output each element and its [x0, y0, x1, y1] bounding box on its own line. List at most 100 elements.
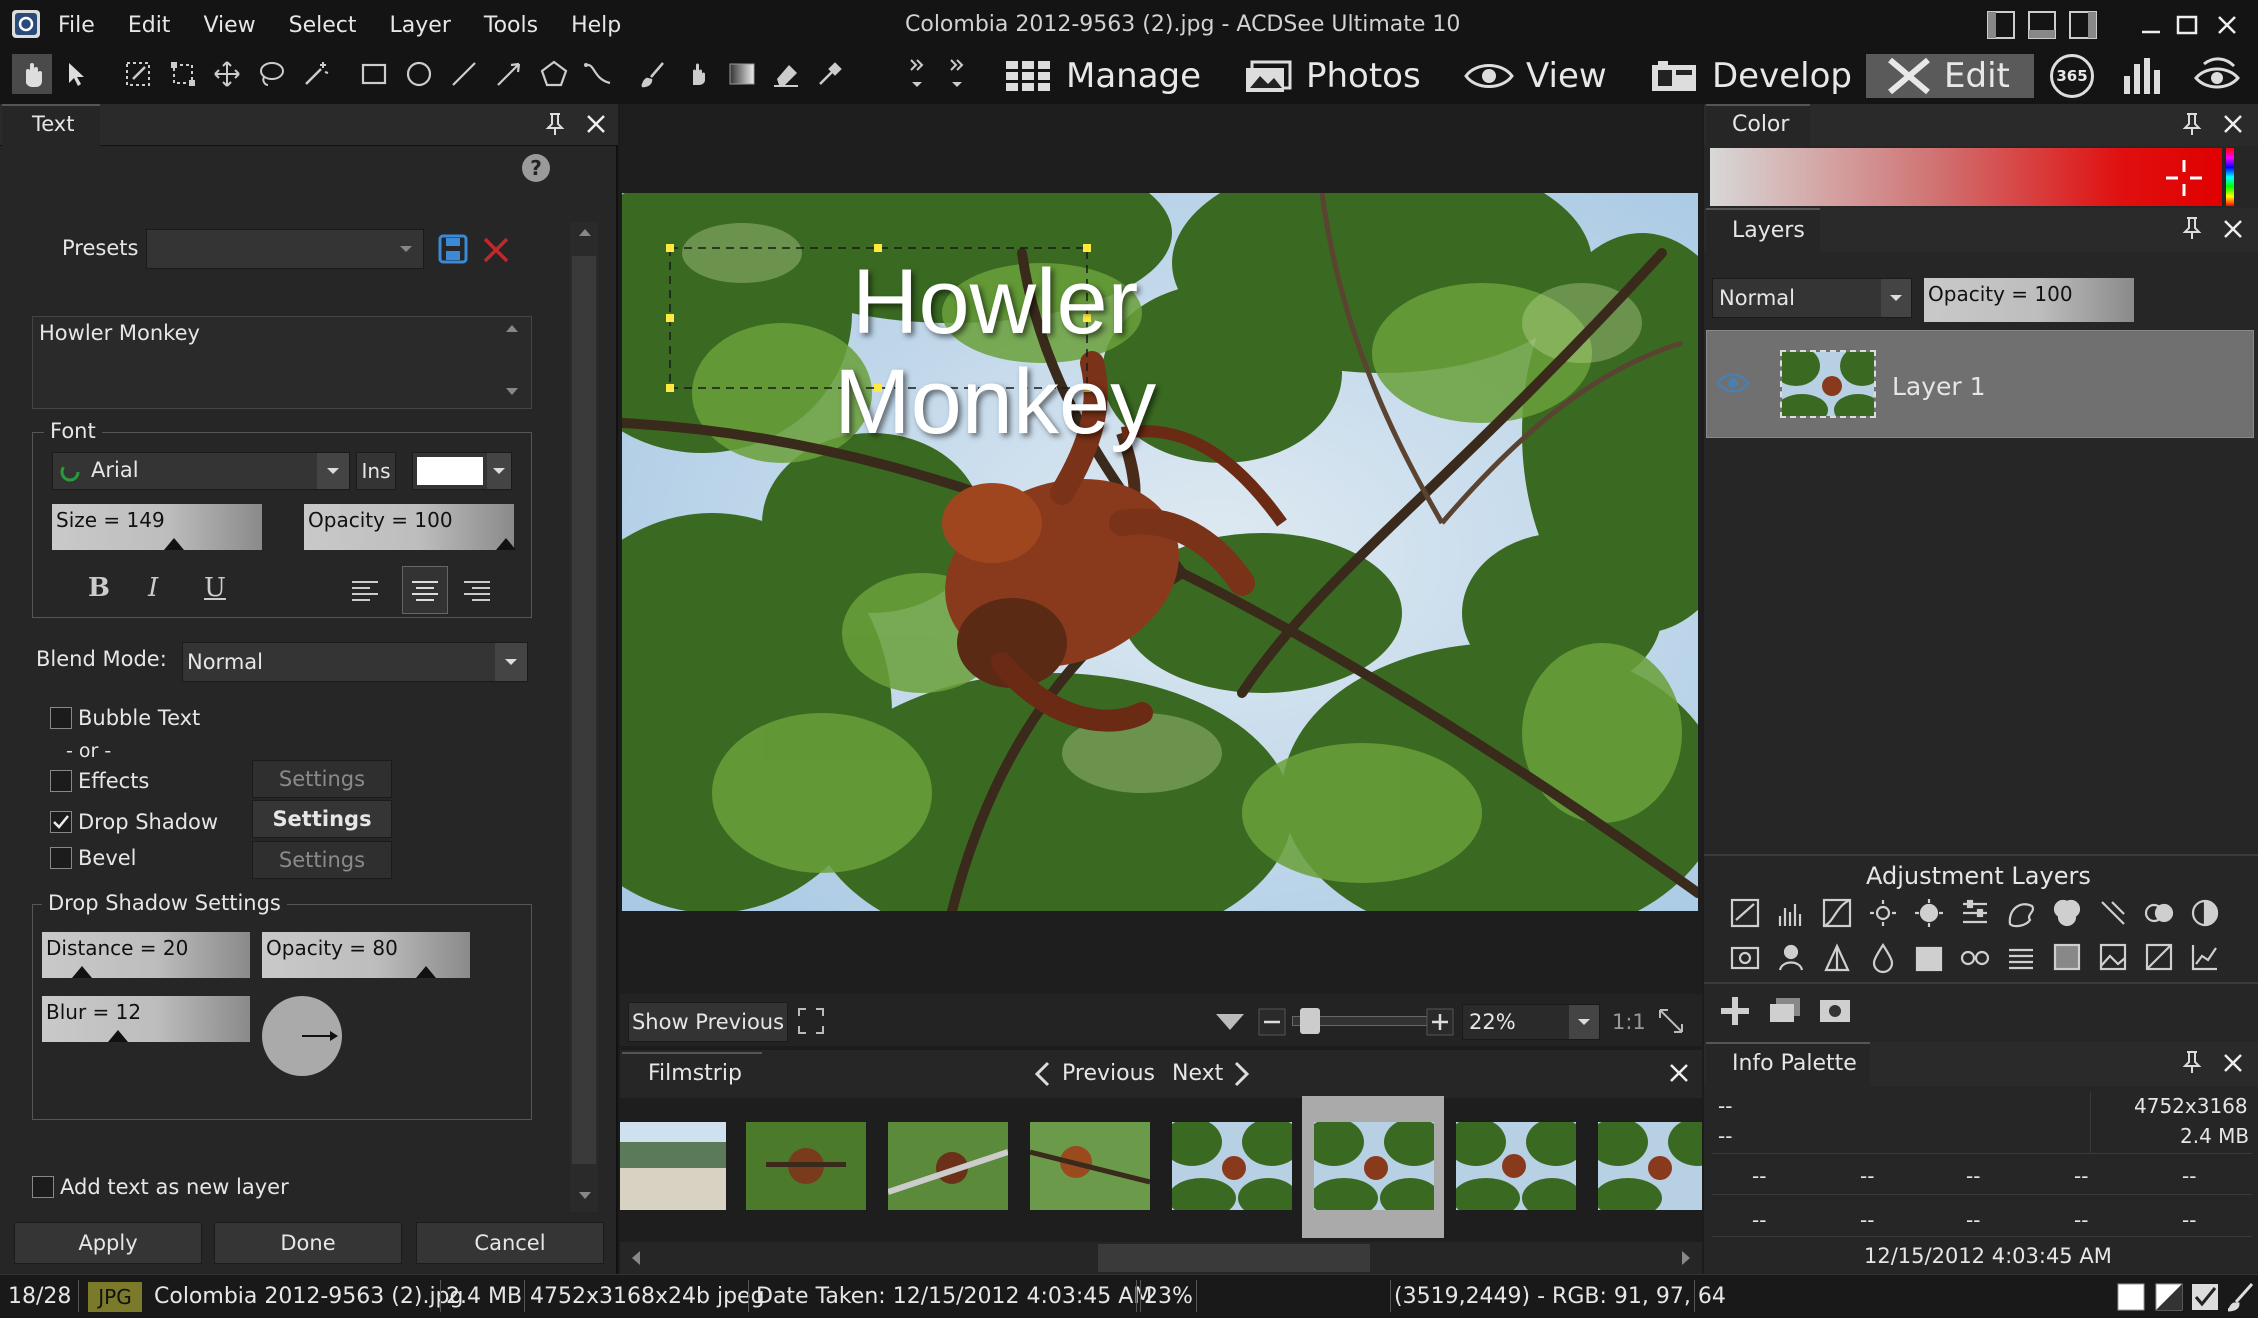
color-lut-icon[interactable] — [2144, 903, 2174, 923]
dashboard-button[interactable] — [2122, 54, 2178, 98]
layers-pin-icon[interactable] — [2182, 216, 2202, 240]
help-icon[interactable]: ? — [522, 154, 550, 182]
previous-button[interactable]: Previous — [1062, 1061, 1155, 1086]
glasses-icon[interactable] — [1960, 950, 1990, 966]
zoom-dropdown-arrow[interactable] — [1569, 1005, 1599, 1039]
drop-shadow-settings-button[interactable]: Settings — [252, 800, 392, 838]
toolbar-overflow-2-icon[interactable] — [944, 54, 970, 94]
brightness-icon[interactable] — [1915, 899, 1943, 927]
rectangle-select-tool-icon[interactable] — [354, 54, 394, 94]
next-icon[interactable] — [1232, 1060, 1252, 1088]
filmstrip-thumb[interactable] — [1598, 1122, 1702, 1210]
brush-tool-icon[interactable] — [634, 54, 674, 94]
photo-canvas[interactable] — [622, 193, 1698, 911]
shadow-opacity-slider[interactable]: Opacity = 80 — [262, 932, 470, 978]
scroll-down-icon[interactable] — [578, 1190, 592, 1202]
layout-bottom-icon[interactable] — [2027, 10, 2057, 40]
tone-wheels-icon[interactable] — [2009, 948, 2033, 970]
close-icon[interactable] — [2214, 12, 2240, 38]
panel-close-icon[interactable] — [585, 113, 607, 135]
layout-right-icon[interactable] — [2068, 10, 2098, 40]
select-arrow-tool-icon[interactable] — [58, 54, 98, 94]
zoom-in-icon[interactable] — [1426, 1008, 1454, 1036]
apply-button[interactable]: Apply — [14, 1222, 202, 1264]
text-scroll-up-icon[interactable] — [505, 322, 519, 334]
text-input[interactable]: Howler Monkey — [32, 316, 532, 409]
ins-button[interactable]: Ins — [356, 452, 396, 490]
layer-blend-arrow[interactable] — [1881, 279, 1911, 317]
curves-icon[interactable] — [1822, 898, 1852, 928]
transform-tool-icon[interactable] — [163, 54, 203, 94]
shadow-opacity-slider-knob[interactable] — [416, 966, 436, 978]
text-scroll-down-icon[interactable] — [505, 386, 519, 398]
menu-select[interactable]: Select — [289, 13, 357, 38]
ellipse-tool-icon[interactable] — [399, 54, 439, 94]
font-color-picker[interactable] — [412, 452, 512, 490]
bubble-text-checkbox[interactable] — [50, 707, 72, 729]
layer-opacity-slider[interactable]: Opacity = 100 — [1924, 278, 2134, 322]
pin-icon[interactable] — [545, 112, 565, 136]
gradient-tool-icon[interactable] — [722, 54, 762, 94]
next-button[interactable]: Next — [1172, 1061, 1223, 1086]
actual-size-button[interactable]: 1:1 — [1612, 1010, 1646, 1034]
exposure-icon[interactable] — [1730, 898, 1760, 928]
photo-filter-icon[interactable] — [1730, 946, 1760, 970]
365-button[interactable]: 365 — [2050, 54, 2094, 98]
line-tool-icon[interactable] — [444, 54, 484, 94]
color-balance-icon[interactable] — [2008, 903, 2034, 928]
add-as-layer-checkbox[interactable] — [32, 1176, 54, 1198]
grain-icon[interactable] — [1915, 946, 1943, 972]
edit-mode-tab[interactable]: Edit — [1866, 54, 2034, 98]
photos-mode-tab[interactable]: Photos — [1244, 54, 1421, 98]
fullscreen-icon[interactable] — [796, 1006, 826, 1036]
previous-icon[interactable] — [1032, 1060, 1052, 1088]
fit-to-window-icon[interactable] — [1656, 1006, 1686, 1036]
filmstrip-thumb[interactable] — [620, 1122, 742, 1210]
light-eq-icon[interactable] — [1870, 900, 1896, 926]
toolbar-overflow-icon[interactable] — [904, 54, 930, 94]
filmstrip-scroll-left-icon[interactable] — [630, 1250, 642, 1266]
show-previous-button[interactable]: Show Previous — [628, 1002, 788, 1042]
threshold-icon[interactable] — [2191, 899, 2219, 927]
filmstrip-scroll-thumb[interactable] — [1098, 1244, 1370, 1272]
hue-strip[interactable] — [2226, 148, 2234, 206]
zoom-slider-knob[interactable] — [1300, 1008, 1320, 1034]
posterize-icon[interactable] — [1824, 943, 1850, 972]
duplicate-layer-icon[interactable] — [1768, 996, 1802, 1026]
magic-wand-tool-icon[interactable] — [296, 54, 336, 94]
layer-name[interactable]: Layer 1 — [1892, 372, 1986, 401]
distance-slider[interactable]: Distance = 20 — [42, 932, 250, 978]
bg-half-icon[interactable] — [2154, 1282, 2184, 1312]
panel-scroll-thumb[interactable] — [572, 256, 596, 1164]
smudge-tool-icon[interactable] — [678, 54, 718, 94]
menu-edit[interactable]: Edit — [128, 13, 171, 38]
effects-checkbox[interactable] — [50, 770, 72, 792]
bold-button[interactable]: B — [88, 573, 110, 603]
channel-mixer-icon[interactable] — [2053, 899, 2081, 927]
filmstrip-thumb[interactable] — [1456, 1122, 1578, 1210]
minimize-icon[interactable] — [2138, 12, 2164, 38]
eyedropper-tool-icon[interactable] — [810, 54, 850, 94]
blur-slider-knob[interactable] — [108, 1030, 128, 1042]
portrait-icon[interactable] — [1778, 944, 1804, 971]
distance-slider-knob[interactable] — [72, 966, 92, 978]
color-close-icon[interactable] — [2222, 113, 2244, 135]
blend-mode-dropdown[interactable]: Normal — [182, 642, 528, 682]
effects-settings-button[interactable]: Settings — [252, 760, 392, 798]
font-dropdown[interactable]: Arial — [52, 452, 350, 490]
move-tool-icon[interactable] — [207, 54, 247, 94]
filmstrip-scroll-right-icon[interactable] — [1680, 1250, 1692, 1266]
font-dropdown-arrow[interactable] — [317, 453, 349, 489]
check-status-icon[interactable] — [2190, 1282, 2220, 1312]
luxea-button[interactable] — [2192, 54, 2254, 98]
layer-mask-icon[interactable] — [1818, 996, 1852, 1026]
color-pin-icon[interactable] — [2182, 112, 2202, 136]
text-opacity-slider-knob[interactable] — [496, 538, 516, 550]
develop-mode-tab[interactable]: Develop — [1650, 54, 1852, 98]
layers-close-icon[interactable] — [2222, 218, 2244, 240]
eraser-tool-icon[interactable] — [766, 54, 806, 94]
filmstrip-thumb-selected[interactable] — [1314, 1122, 1436, 1210]
zoom-dropdown[interactable]: 22% — [1462, 1004, 1600, 1040]
lasso-tool-icon[interactable] — [251, 54, 291, 94]
blend-dropdown-arrow[interactable] — [495, 643, 527, 681]
